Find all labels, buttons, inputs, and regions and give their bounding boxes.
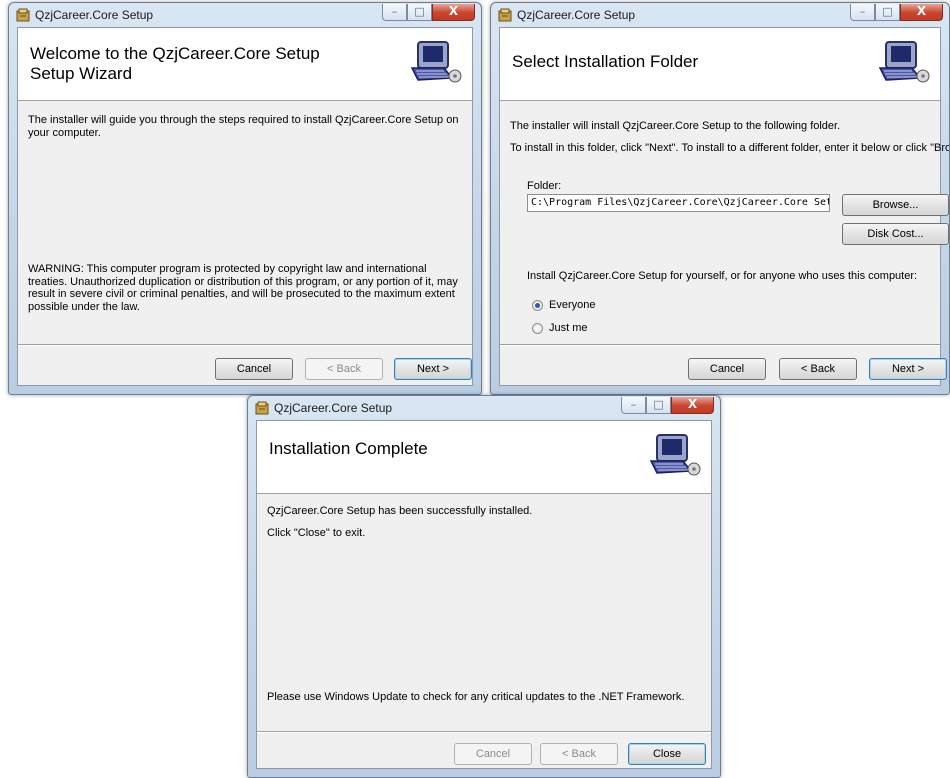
maximize-icon: □ [653,398,664,411]
window-title: QzjCareer.Core Setup [35,8,154,22]
dialog-client: Welcome to the QzjCareer.Core Setup Setu… [17,27,473,386]
folder-window: QzjCareer.Core Setup – □ X Select Instal… [490,2,950,395]
close-icon: X [687,397,698,411]
computer-setup-icon [878,41,930,83]
page-title: Installation Complete [269,439,428,458]
header-banner: Installation Complete [257,421,711,494]
maximize-icon: □ [414,5,425,18]
radio-selected-icon [532,299,543,311]
folder-instructions: To install in this folder, click "Next".… [510,142,950,154]
radio-everyone-label: Everyone [549,299,596,311]
radio-everyone[interactable]: Everyone [532,299,595,311]
button-separator [257,731,711,733]
header-banner: Select Installation Folder [500,28,940,101]
maximize-button[interactable]: □ [875,4,900,21]
folder-path-input[interactable]: C:\Program Files\QzjCareer.Core\QzjCaree… [527,194,830,212]
caption-buttons: – □ X [382,4,475,21]
header-banner: Welcome to the QzjCareer.Core Setup Setu… [18,28,472,101]
maximize-button[interactable]: □ [407,4,432,21]
close-instruction: Click "Close" to exit. [267,527,366,539]
next-button[interactable]: Next > [869,358,947,380]
minimize-button[interactable]: – [382,4,407,21]
maximize-button[interactable]: □ [646,397,671,414]
close-icon: X [448,4,459,18]
minimize-icon: – [630,398,637,411]
installer-app-icon [255,401,269,415]
minimize-button[interactable]: – [850,4,875,21]
button-separator [500,344,940,346]
radio-just-me[interactable]: Just me [532,322,588,334]
dialog-client: Installation Complete QzjCareer.Core Set… [256,420,712,769]
dialog-client: Select Installation Folder The installer… [499,27,949,386]
cancel-button[interactable]: Cancel [454,743,532,765]
browse-button[interactable]: Browse... [842,194,949,216]
title-bar[interactable]: QzjCareer.Core Setup – □ X [248,396,720,420]
folder-label: Folder: [527,180,562,192]
caption-buttons: – □ X [621,397,714,414]
cancel-button[interactable]: Cancel [688,358,766,380]
welcome-window: QzjCareer.Core Setup – □ X Welcome to th… [8,2,482,395]
folder-intro-text: The installer will install QzjCareer.Cor… [510,120,841,132]
installer-app-icon [498,8,512,22]
button-separator [18,344,472,346]
window-title: QzjCareer.Core Setup [517,8,636,22]
computer-setup-icon [410,41,462,83]
next-button[interactable]: Next > [394,358,472,380]
back-button[interactable]: < Back [540,743,618,765]
close-icon: X [916,4,927,18]
page-title: Welcome to the QzjCareer.Core Setup Setu… [30,44,320,83]
windows-update-note: Please use Windows Update to check for a… [267,691,685,703]
maximize-icon: □ [882,5,893,18]
disk-cost-button[interactable]: Disk Cost... [842,223,949,245]
close-window-button[interactable]: X [671,397,714,414]
success-message: QzjCareer.Core Setup has been successful… [267,505,533,517]
cancel-button[interactable]: Cancel [215,358,293,380]
minimize-button[interactable]: – [621,397,646,414]
computer-setup-icon [649,434,701,476]
intro-text: The installer will guide you through the… [28,114,459,139]
installer-app-icon [16,8,30,22]
copyright-warning: WARNING: This computer program is protec… [28,263,458,313]
close-button[interactable]: Close [628,743,706,765]
window-title: QzjCareer.Core Setup [274,401,393,415]
title-bar[interactable]: QzjCareer.Core Setup – □ X [491,3,949,27]
install-scope-text: Install QzjCareer.Core Setup for yoursel… [527,270,918,282]
caption-buttons: – □ X [850,4,943,21]
back-button[interactable]: < Back [305,358,383,380]
close-window-button[interactable]: X [432,4,475,21]
title-bar[interactable]: QzjCareer.Core Setup – □ X [9,3,481,27]
complete-window: QzjCareer.Core Setup – □ X Installation … [247,395,721,778]
page-title: Select Installation Folder [512,52,699,71]
minimize-icon: – [391,5,398,18]
radio-just-me-label: Just me [549,322,588,334]
minimize-icon: – [859,5,866,18]
back-button[interactable]: < Back [779,358,857,380]
radio-unselected-icon [532,322,543,334]
close-window-button[interactable]: X [900,4,943,21]
